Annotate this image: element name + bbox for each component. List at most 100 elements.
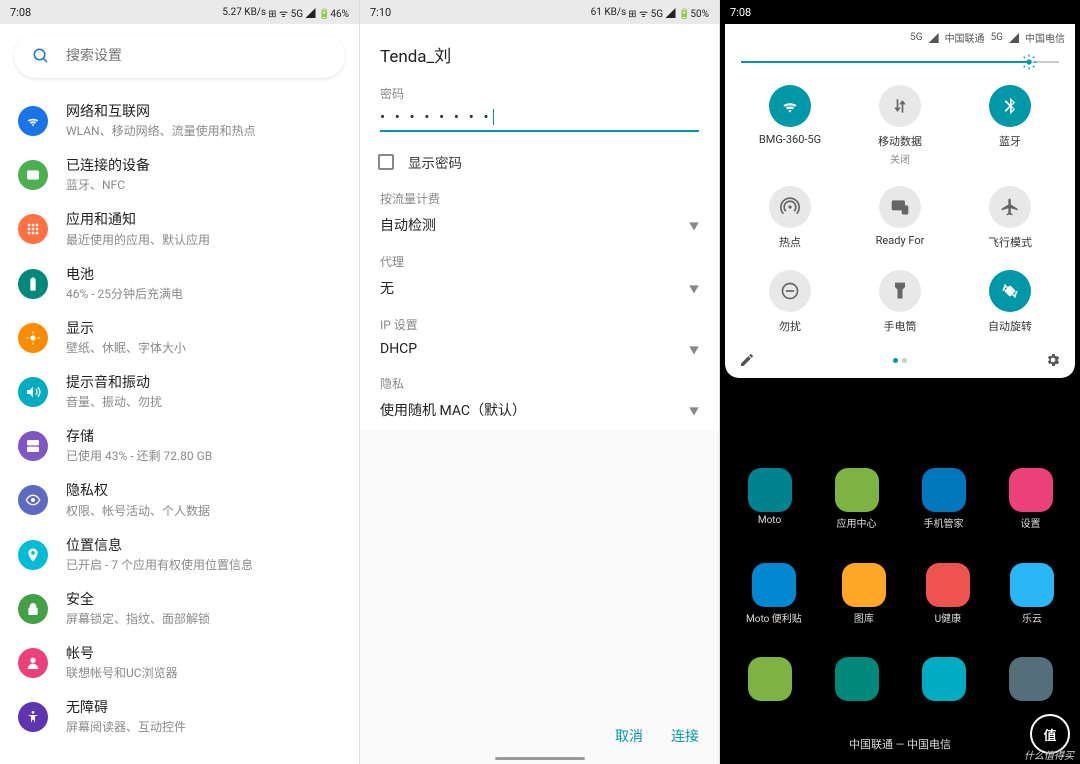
qs-tiles: BMG-360-5G 移动数据 关闭 蓝牙 热点 Ready For 飞行模式 … [725, 75, 1075, 346]
settings-item-accessibility[interactable]: 无障碍 屏幕阅读器、互动控件 [0, 690, 359, 744]
dialog-buttons: 取消 连接 [615, 726, 699, 746]
wifi-field-ip[interactable]: IP 设置 DHCP ▼ [360, 308, 719, 367]
settings-icon[interactable] [1045, 352, 1061, 368]
status-bar: 7:10 61 KB/s ⊞ ᯤ 5G ◢ 🔋50% [360, 0, 719, 24]
app-icon[interactable]: 应用中心 [835, 468, 879, 530]
wifi-field-proxy[interactable]: 代理 无 ▼ [360, 245, 719, 308]
item-title: 网络和互联网 [66, 103, 256, 121]
home-indicator [495, 757, 585, 760]
connected-icon [18, 160, 48, 190]
qs-tile-airplane[interactable]: 飞行模式 [955, 180, 1065, 256]
status-bar: 7:08 [720, 0, 1080, 24]
flashlight-icon [879, 270, 921, 312]
settings-item-display[interactable]: 显示 壁纸、休眠、字体大小 [0, 311, 359, 365]
qs-tile-wifi[interactable]: BMG-360-5G [735, 79, 845, 172]
apps-icon [18, 214, 48, 244]
search-bar[interactable] [14, 34, 345, 78]
cancel-button[interactable]: 取消 [615, 726, 643, 746]
app-icon[interactable]: U健康 [926, 563, 970, 625]
data-icon [879, 85, 921, 127]
item-title: 隐私权 [66, 482, 210, 500]
edit-icon[interactable] [739, 352, 755, 368]
qs-tile-hotspot[interactable]: 热点 [735, 180, 845, 256]
hotspot-icon [769, 186, 811, 228]
dnd-icon [769, 270, 811, 312]
wifi-field-privacy-mac[interactable]: 隐私 使用随机 MAC（默认） ▼ [360, 367, 719, 430]
item-sub: 屏幕阅读器、互动控件 [66, 718, 186, 735]
dock-app[interactable] [835, 657, 879, 701]
display-icon [18, 323, 48, 353]
settings-item-network[interactable]: 网络和互联网 WLAN、移动网络、流量使用和热点 [0, 94, 359, 148]
accessibility-icon [18, 702, 48, 732]
settings-list: 网络和互联网 WLAN、移动网络、流量使用和热点 已连接的设备 蓝牙、NFC 应… [0, 88, 359, 750]
settings-item-connected[interactable]: 已连接的设备 蓝牙、NFC [0, 148, 359, 202]
item-title: 无障碍 [66, 699, 186, 717]
settings-item-apps[interactable]: 应用和通知 最近使用的应用、默认应用 [0, 202, 359, 256]
quick-settings-panel: 5G◢ 中国联通 5G◢ 中国电信 BMG-360-5G 移动数据 关闭 蓝牙 … [725, 24, 1075, 378]
item-sub: 46% - 25分钟后充满电 [66, 285, 183, 302]
app-icon[interactable]: 设置 [1009, 468, 1053, 530]
brightness-thumb-icon [1021, 54, 1037, 70]
search-icon [32, 47, 50, 65]
airplane-icon [989, 186, 1031, 228]
password-input[interactable]: • • • • • • • • [380, 108, 699, 132]
status-right: 5.27 KB/s ⊞ ᯤ 5G ◢ 🔋46% [222, 5, 349, 20]
connect-button[interactable]: 连接 [671, 726, 699, 746]
network-icon [18, 106, 48, 136]
bluetooth-icon [989, 85, 1031, 127]
qs-tile-bluetooth[interactable]: 蓝牙 [955, 79, 1065, 172]
dock-app[interactable] [922, 657, 966, 701]
item-sub: 联想帐号和UC浏览器 [66, 664, 178, 681]
brightness-slider[interactable] [741, 61, 1059, 63]
home-screen: Moto 应用中心手机管家设置 Moto 便利贴图库 U健康乐云 中国联通 — 中国… [720, 458, 1080, 764]
show-password-checkbox[interactable]: 显示密码 [360, 142, 719, 182]
settings-item-privacy[interactable]: 隐私权 权限、帐号活动、个人数据 [0, 473, 359, 527]
status-right: 61 KB/s ⊞ ᯤ 5G ◢ 🔋50% [591, 5, 709, 20]
item-title: 电池 [66, 266, 183, 284]
app-icon[interactable]: 图库 [842, 563, 886, 625]
app-icon[interactable]: 手机管家 [922, 468, 966, 530]
privacy-icon [18, 485, 48, 515]
app-icon[interactable]: Moto [748, 468, 792, 530]
settings-item-sound[interactable]: 提示音和振动 音量、振动、勿扰 [0, 365, 359, 419]
qs-tile-readyfor[interactable]: Ready For [845, 180, 955, 256]
item-title: 位置信息 [66, 537, 253, 555]
dropdown-arrow-icon: ▼ [689, 281, 699, 296]
wifi-icon [769, 85, 811, 127]
item-sub: 权限、帐号活动、个人数据 [66, 502, 210, 519]
dock-app[interactable] [1009, 657, 1053, 701]
settings-item-location[interactable]: 位置信息 已开启 - 7 个应用有权使用位置信息 [0, 528, 359, 582]
item-title: 安全 [66, 591, 210, 609]
status-time: 7:08 [730, 6, 751, 19]
carrier-label: 中国联通 — 中国电信 [726, 734, 1074, 760]
settings-item-storage[interactable]: 存储 已使用 43% - 还剩 72.80 GB [0, 419, 359, 473]
qs-tile-data[interactable]: 移动数据 关闭 [845, 79, 955, 172]
item-title: 显示 [66, 320, 186, 338]
item-sub: 音量、振动、勿扰 [66, 393, 162, 410]
readyfor-icon [879, 186, 921, 228]
watermark-text: 什么值得买 [1024, 747, 1074, 762]
password-label: 密码 [380, 85, 699, 102]
dropdown-arrow-icon: ▼ [689, 403, 699, 418]
dropdown-arrow-icon: ▼ [689, 342, 699, 357]
item-title: 帐号 [66, 645, 178, 663]
rotate-icon [989, 270, 1031, 312]
qs-footer [725, 346, 1075, 370]
security-icon [18, 594, 48, 624]
battery-icon [18, 269, 48, 299]
search-input[interactable] [66, 48, 327, 64]
app-icon[interactable]: 乐云 [1010, 563, 1054, 625]
qs-tile-rotate[interactable]: 自动旋转 [955, 264, 1065, 340]
settings-pane: 7:08 5.27 KB/s ⊞ ᯤ 5G ◢ 🔋46% 网络和互联网 WLAN… [0, 0, 360, 764]
qs-tile-dnd[interactable]: 勿扰 [735, 264, 845, 340]
settings-item-security[interactable]: 安全 屏幕锁定、指纹、面部解锁 [0, 582, 359, 636]
settings-item-battery[interactable]: 电池 46% - 25分钟后充满电 [0, 257, 359, 311]
dock-app[interactable] [748, 657, 792, 701]
settings-item-accounts[interactable]: 帐号 联想帐号和UC浏览器 [0, 636, 359, 690]
qs-tile-flashlight[interactable]: 手电筒 [845, 264, 955, 340]
app-icon[interactable]: Moto 便利贴 [746, 563, 802, 625]
item-title: 提示音和振动 [66, 374, 162, 392]
quicksettings-pane: 7:08 5G◢ 中国联通 5G◢ 中国电信 BMG-360-5G 移动数据 关… [720, 0, 1080, 764]
checkbox-icon [378, 154, 394, 170]
wifi-field-metered[interactable]: 按流量计费 自动检测 ▼ [360, 182, 719, 245]
